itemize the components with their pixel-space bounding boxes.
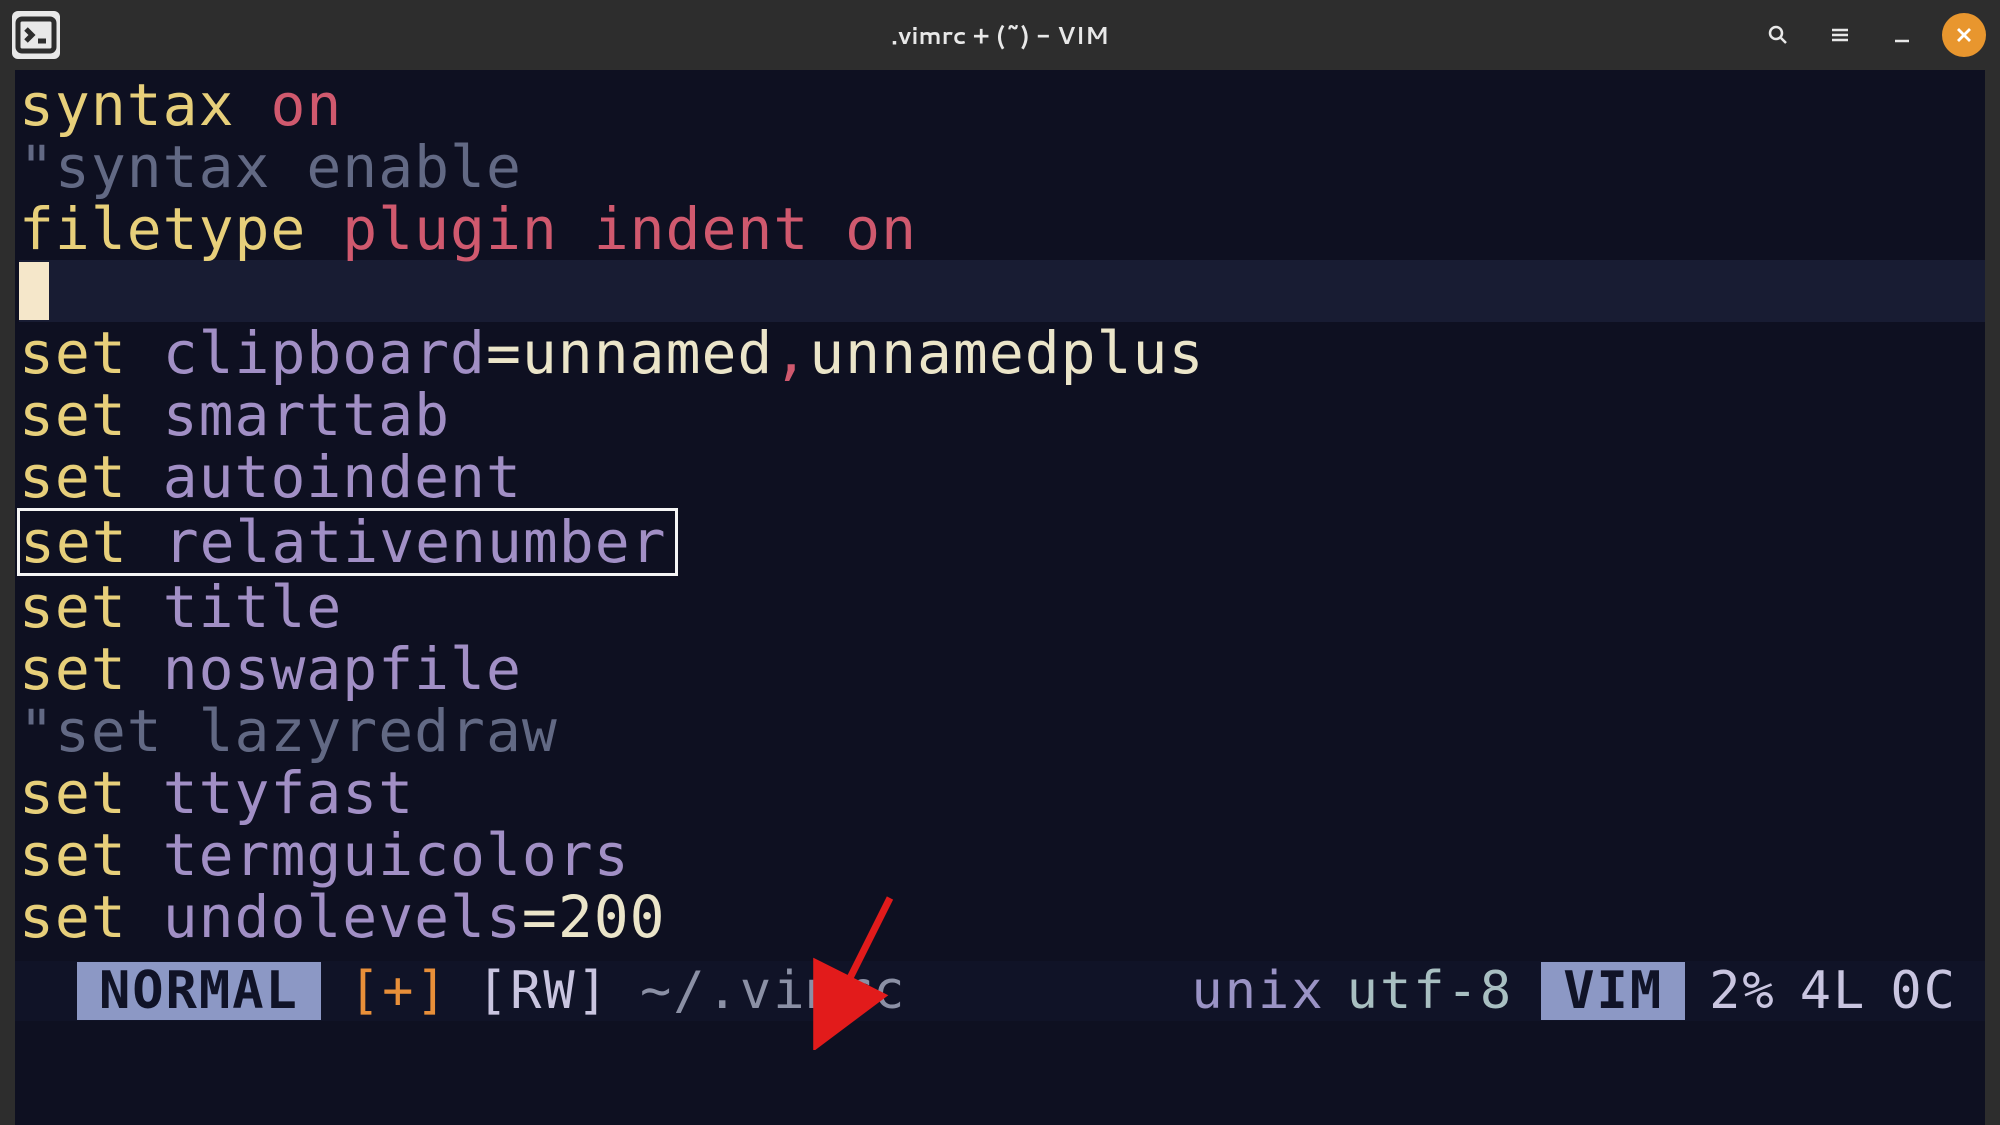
titlebar: .vimrc + (~) - VIM [0,0,2000,70]
block-cursor [19,262,49,320]
cursor-line [19,260,1985,322]
statusline: NORMAL [+] [RW] ~/.vimrc unix utf-8 VIM … [15,961,1985,1021]
window-controls [1756,13,1986,57]
terminal-app-icon[interactable] [12,11,60,59]
code-line: syntax on [19,74,1985,136]
minimize-button[interactable] [1880,13,1924,57]
code-line: "set lazyredraw [19,700,1985,762]
window-title: .vimrc + (~) - VIM [891,18,1109,52]
search-icon[interactable] [1756,13,1800,57]
code-line: set undolevels=200 [19,886,1985,948]
statusline-encoding: utf-8 [1347,960,1542,1022]
hamburger-menu-icon[interactable] [1818,13,1862,57]
statusline-percent: 2% [1685,960,1776,1022]
highlighted-line-box: set relativenumber [17,508,678,576]
code-line: set ttyfast [19,762,1985,824]
statusline-fileformat: unix [1191,960,1346,1022]
code-line: set autoindent [19,446,1985,508]
code-line: set termguicolors [19,824,1985,886]
editor-viewport[interactable]: syntax on "syntax enable filetype plugin… [15,70,1985,1025]
code-line: set clipboard=unnamed,unnamedplus [19,322,1985,384]
code-line: set title [19,576,1985,638]
code-line: set smarttab [19,384,1985,446]
statusline-mode: NORMAL [77,962,321,1020]
statusline-filetype: VIM [1541,962,1685,1020]
statusline-filepath: ~/.vimrc [620,960,926,1022]
statusline-column: 0C [1866,960,1957,1022]
code-line: filetype plugin indent on [19,198,1985,260]
statusline-readwrite: [RW] [477,960,620,1022]
statusline-line: 4L [1776,960,1867,1022]
code-line: "syntax enable [19,136,1985,198]
statusline-modified-flag: [+] [321,960,477,1022]
close-button[interactable] [1942,13,1986,57]
editor-bottom-pad [15,1025,1985,1125]
code-line: set noswapfile [19,638,1985,700]
